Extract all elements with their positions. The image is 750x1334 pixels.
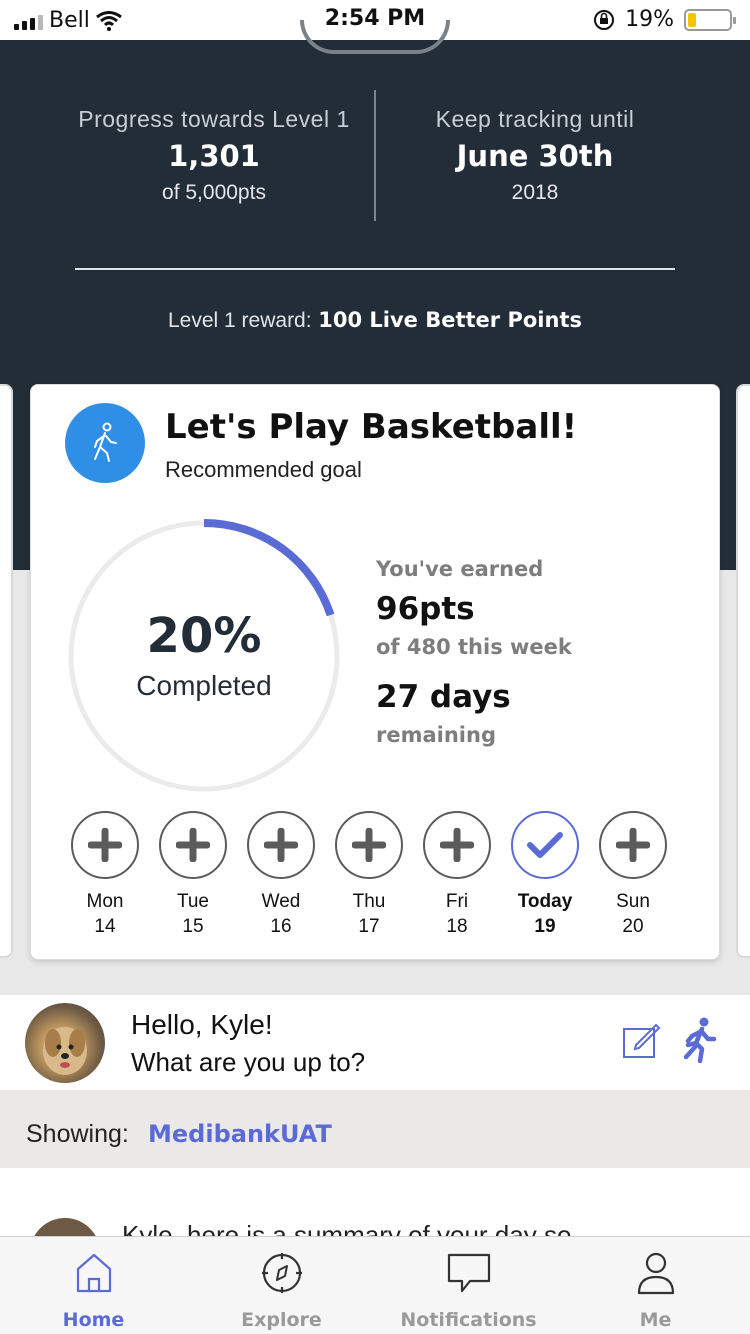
day-item: Thu 17 (324, 811, 414, 938)
feed-filter-value[interactable]: MedibankUAT (148, 1120, 332, 1148)
header-arc (300, 20, 450, 54)
orientation-lock-icon (594, 9, 615, 30)
goal-percent: 20% (146, 608, 262, 664)
tab-notifications-label: Notifications (400, 1309, 537, 1331)
day-name: Wed (261, 891, 301, 912)
earned-points: 96pts (376, 591, 475, 627)
day-add-button[interactable] (71, 811, 139, 879)
previous-goal-card[interactable] (0, 384, 13, 958)
day-number: 16 (270, 916, 292, 937)
check-icon (527, 832, 563, 858)
tab-home[interactable]: Home (0, 1237, 187, 1334)
plus-icon (88, 828, 122, 862)
avatar[interactable] (25, 1003, 105, 1083)
status-prompt[interactable]: What are you up to? (131, 1047, 365, 1078)
feed-avatar (30, 1218, 100, 1238)
day-add-button[interactable] (247, 811, 315, 879)
level-reward: Level 1 reward: 100 Live Better Points (0, 308, 750, 333)
greeting-text: Hello, Kyle! (131, 1009, 273, 1040)
level-reward-label: Level 1 reward: (168, 309, 312, 332)
tab-bar: Home Explore Notifications Me (0, 1236, 750, 1334)
earned-label: You've earned (376, 557, 544, 581)
tab-me-label: Me (639, 1309, 672, 1331)
tab-explore-label: Explore (241, 1309, 322, 1331)
level-progress: Progress towards Level 1 1,301 of 5,000p… (64, 106, 364, 205)
earned-target: of 480 this week (376, 635, 572, 659)
log-activity-icon[interactable] (680, 1017, 720, 1063)
day-name: Today (517, 891, 573, 912)
day-item: Tue 15 (148, 811, 238, 938)
plus-icon (440, 828, 474, 862)
header-divider (75, 268, 675, 270)
plus-icon (264, 828, 298, 862)
stat-divider (374, 90, 376, 221)
plus-icon (616, 828, 650, 862)
person-icon (637, 1252, 674, 1295)
plus-icon (352, 828, 386, 862)
day-name: Thu (352, 891, 386, 912)
day-number: 14 (94, 916, 116, 937)
day-add-button[interactable] (423, 811, 491, 879)
battery-percent: 19% (625, 7, 674, 32)
edit-post-icon[interactable] (622, 1023, 662, 1059)
day-name: Sun (616, 891, 650, 912)
tracking-deadline: Keep tracking until June 30th 2018 (385, 106, 685, 205)
day-item: Fri 18 (412, 811, 502, 938)
day-add-button[interactable] (335, 811, 403, 879)
goal-progress-ring: 20% Completed (64, 516, 344, 796)
plus-icon (176, 828, 210, 862)
level-progress-value: 1,301 (168, 139, 260, 173)
status-right: 19% (593, 7, 736, 32)
next-goal-card[interactable] (736, 384, 750, 958)
goal-earnings: You've earned 96pts of 480 this week 27 … (376, 557, 572, 747)
day-name: Fri (445, 891, 469, 912)
days-remaining-value: 27 days (376, 679, 511, 715)
compass-icon (261, 1253, 302, 1293)
walking-person-icon (65, 403, 145, 483)
day-name: Tue (176, 891, 210, 912)
day-number: 20 (622, 916, 644, 937)
feed-filter-label: Showing: (26, 1120, 129, 1148)
home-icon (76, 1253, 111, 1293)
tab-home-label: Home (62, 1309, 125, 1331)
goal-completed-label: Completed (136, 670, 272, 701)
day-add-button[interactable] (599, 811, 667, 879)
level-progress-total: of 5,000pts (162, 181, 266, 204)
day-done-button[interactable] (511, 811, 579, 879)
tab-notifications[interactable]: Notifications (375, 1237, 562, 1334)
tab-me[interactable]: Me (562, 1237, 749, 1334)
day-item: Mon 14 (60, 811, 150, 938)
day-item: Wed 16 (236, 811, 326, 938)
day-number: 19 (534, 916, 556, 937)
day-name: Mon (86, 891, 124, 912)
day-add-button[interactable] (159, 811, 227, 879)
goal-card[interactable]: Let's Play Basketball! Recommended goal … (30, 384, 720, 960)
goal-title: Let's Play Basketball! (165, 407, 578, 447)
tracking-deadline-year: 2018 (511, 181, 559, 204)
level-reward-value: 100 Live Better Points (318, 308, 582, 332)
tracking-deadline-label: Keep tracking until (435, 106, 635, 132)
tab-explore[interactable]: Explore (188, 1237, 375, 1334)
day-number: 18 (446, 916, 468, 937)
tracking-deadline-date: June 30th (456, 139, 614, 173)
week-days-row: Mon 14 Tue 15 Wed 16 Thu 17 Fri 18 Today 19 Sun 20 (71, 811, 691, 941)
day-number: 15 (182, 916, 204, 937)
feed-filter-bar[interactable]: Showing: MedibankUAT (0, 1090, 750, 1168)
day-item: Today 19 (500, 811, 590, 938)
days-remaining-label: remaining (376, 723, 496, 747)
goal-subtitle: Recommended goal (165, 457, 362, 482)
day-number: 17 (358, 916, 380, 937)
level-progress-label: Progress towards Level 1 (78, 106, 350, 132)
battery-icon (684, 8, 736, 31)
chat-bubble-icon (447, 1253, 490, 1293)
day-item: Sun 20 (588, 811, 678, 938)
hello-bar: Hello, Kyle! What are you up to? (0, 995, 750, 1090)
feed-list: Kyle, here is a summary of your day so (0, 1168, 750, 1238)
